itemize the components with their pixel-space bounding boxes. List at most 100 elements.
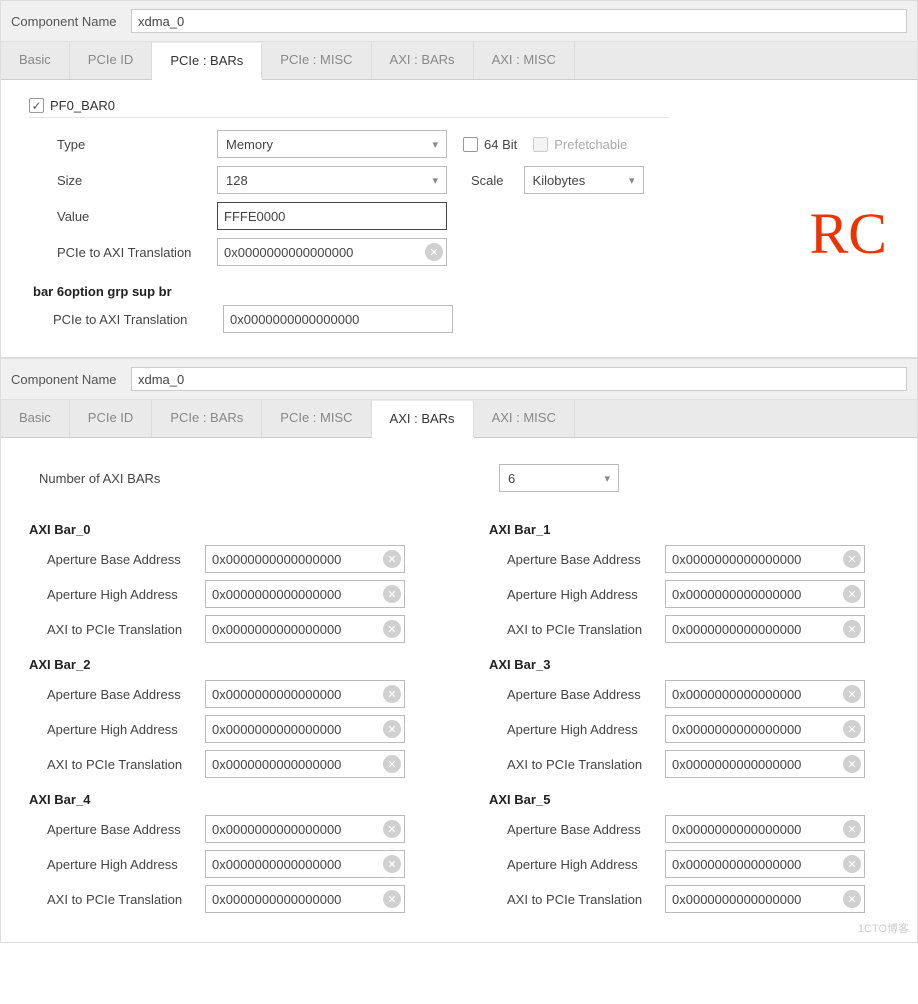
- clear-icon[interactable]: ✕: [383, 585, 401, 603]
- pcie-axi-input[interactable]: [217, 238, 447, 266]
- axi-bar-3-base-label: Aperture Base Address: [507, 687, 657, 702]
- tab-pcie-misc[interactable]: PCIe : MISC: [262, 42, 371, 79]
- axi-bar-2-high-label: Aperture High Address: [47, 722, 197, 737]
- axi-bar-0-high-field: ✕: [205, 580, 405, 608]
- clear-icon[interactable]: ✕: [843, 855, 861, 873]
- pcie-axi-label: PCIe to AXI Translation: [57, 245, 207, 260]
- axi-bar-0-trans-label: AXI to PCIe Translation: [47, 622, 197, 637]
- clear-icon[interactable]: ✕: [843, 550, 861, 568]
- scale-select[interactable]: Kilobytes ▾: [524, 166, 644, 194]
- component-name-input-2[interactable]: [131, 367, 907, 391]
- axi-bar-2-base-input[interactable]: [205, 680, 405, 708]
- axi-bar-1-base-input[interactable]: [665, 545, 865, 573]
- num-axi-bars-row: Number of AXI BARs 6 ▾: [39, 464, 889, 492]
- axi-bar-5-trans-input[interactable]: [665, 885, 865, 913]
- 64bit-option[interactable]: 64 Bit: [463, 137, 517, 152]
- clear-icon[interactable]: ✕: [843, 620, 861, 638]
- pf0bar0-header: PF0_BAR0: [29, 98, 669, 118]
- axi-bars-left-col: AXI Bar_0 Aperture Base Address ✕ Apertu…: [29, 508, 429, 920]
- axi-bar-2-base-row: Aperture Base Address ✕: [47, 680, 429, 708]
- axi-bar-2-title: AXI Bar_2: [29, 657, 429, 672]
- clear-icon[interactable]: ✕: [383, 720, 401, 738]
- axi-bar-4-high-row: Aperture High Address ✕: [47, 850, 429, 878]
- axi-bar-3-trans-input[interactable]: [665, 750, 865, 778]
- 64bit-label: 64 Bit: [484, 137, 517, 152]
- axi-bar-0-high-input[interactable]: [205, 580, 405, 608]
- tab-pcie-bars-2[interactable]: PCIe : BARs: [152, 400, 262, 437]
- clear-icon[interactable]: ✕: [383, 685, 401, 703]
- clear-icon[interactable]: ✕: [843, 755, 861, 773]
- top-tabs: Basic PCIe ID PCIe : BARs PCIe : MISC AX…: [1, 42, 917, 80]
- pf0bar0-checkbox[interactable]: [29, 98, 44, 113]
- num-axi-bars-select[interactable]: 6 ▾: [499, 464, 619, 492]
- clear-icon[interactable]: ✕: [843, 890, 861, 908]
- clear-icon[interactable]: ✕: [843, 820, 861, 838]
- pcie-axi-row: PCIe to AXI Translation ✕: [57, 238, 889, 266]
- tab-axi-misc-2[interactable]: AXI : MISC: [474, 400, 575, 437]
- type-label: Type: [57, 137, 207, 152]
- axi-bar-0-trans-input[interactable]: [205, 615, 405, 643]
- tab-axi-misc[interactable]: AXI : MISC: [474, 42, 575, 79]
- axi-bar-0-base-input[interactable]: [205, 545, 405, 573]
- type-select[interactable]: Memory ▾: [217, 130, 447, 158]
- tab-axi-bars-2[interactable]: AXI : BARs: [372, 401, 474, 438]
- axi-bar-5-high-row: Aperture High Address ✕: [507, 850, 889, 878]
- size-value: 128: [226, 173, 248, 188]
- num-axi-bars-label: Number of AXI BARs: [39, 471, 499, 486]
- tab-pcie-id[interactable]: PCIe ID: [70, 42, 153, 79]
- axi-bar-2-trans-input[interactable]: [205, 750, 405, 778]
- size-select[interactable]: 128 ▾: [217, 166, 447, 194]
- axi-bar-1-high-row: Aperture High Address ✕: [507, 580, 889, 608]
- axi-bar-2-high-row: Aperture High Address ✕: [47, 715, 429, 743]
- clear-icon[interactable]: ✕: [383, 890, 401, 908]
- clear-icon[interactable]: ✕: [843, 585, 861, 603]
- axi-bar-4-high-input[interactable]: [205, 850, 405, 878]
- axi-bar-5-high-input[interactable]: [665, 850, 865, 878]
- axi-bar-0-high-row: Aperture High Address ✕: [47, 580, 429, 608]
- clear-icon[interactable]: ✕: [843, 720, 861, 738]
- axi-bar-3-base-input[interactable]: [665, 680, 865, 708]
- axi-bar-5-base-input[interactable]: [665, 815, 865, 843]
- footer-watermark: 1CTO博客: [858, 920, 909, 936]
- clear-icon[interactable]: ✕: [425, 243, 443, 261]
- axi-bar-2-base-label: Aperture Base Address: [47, 687, 197, 702]
- tab-basic-2[interactable]: Basic: [1, 400, 70, 437]
- clear-icon[interactable]: ✕: [383, 755, 401, 773]
- bar6-pcie-axi-input[interactable]: [223, 305, 453, 333]
- value-input[interactable]: [217, 202, 447, 230]
- type-value: Memory: [226, 137, 273, 152]
- tab-basic[interactable]: Basic: [1, 42, 70, 79]
- axi-bar-5-base-field: ✕: [665, 815, 865, 843]
- axi-bar-1-high-field: ✕: [665, 580, 865, 608]
- tab-pcie-id-2[interactable]: PCIe ID: [70, 400, 153, 437]
- axi-bar-1-base-label: Aperture Base Address: [507, 552, 657, 567]
- axi-bar-0-high-label: Aperture High Address: [47, 587, 197, 602]
- component-name-label-2: Component Name: [11, 372, 121, 387]
- clear-icon[interactable]: ✕: [843, 685, 861, 703]
- clear-icon[interactable]: ✕: [383, 855, 401, 873]
- tab-pcie-misc-2[interactable]: PCIe : MISC: [262, 400, 371, 437]
- 64bit-checkbox[interactable]: [463, 137, 478, 152]
- axi-bar-4-trans-input[interactable]: [205, 885, 405, 913]
- axi-bar-0-base-field: ✕: [205, 545, 405, 573]
- axi-bar-1-trans-field: ✕: [665, 615, 865, 643]
- tab-axi-bars[interactable]: AXI : BARs: [372, 42, 474, 79]
- tab-pcie-bars[interactable]: PCIe : BARs: [152, 43, 262, 80]
- axi-bar-1-high-input[interactable]: [665, 580, 865, 608]
- axi-bar-2-high-input[interactable]: [205, 715, 405, 743]
- clear-icon[interactable]: ✕: [383, 550, 401, 568]
- scale-label: Scale: [471, 173, 504, 188]
- axi-bar-3-trans-label: AXI to PCIe Translation: [507, 757, 657, 772]
- clear-icon[interactable]: ✕: [383, 620, 401, 638]
- axi-bar-2-trans-row: AXI to PCIe Translation ✕: [47, 750, 429, 778]
- axi-bar-1-trans-input[interactable]: [665, 615, 865, 643]
- value-label: Value: [57, 209, 207, 224]
- axi-bar-3-high-input[interactable]: [665, 715, 865, 743]
- axi-bar-1-base-row: Aperture Base Address ✕: [507, 545, 889, 573]
- clear-icon[interactable]: ✕: [383, 820, 401, 838]
- top-panel: Component Name Basic PCIe ID PCIe : BARs…: [0, 0, 918, 358]
- chevron-down-icon: ▾: [629, 174, 635, 187]
- axi-bar-4-base-input[interactable]: [205, 815, 405, 843]
- component-name-input[interactable]: [131, 9, 907, 33]
- axi-bar-3-high-field: ✕: [665, 715, 865, 743]
